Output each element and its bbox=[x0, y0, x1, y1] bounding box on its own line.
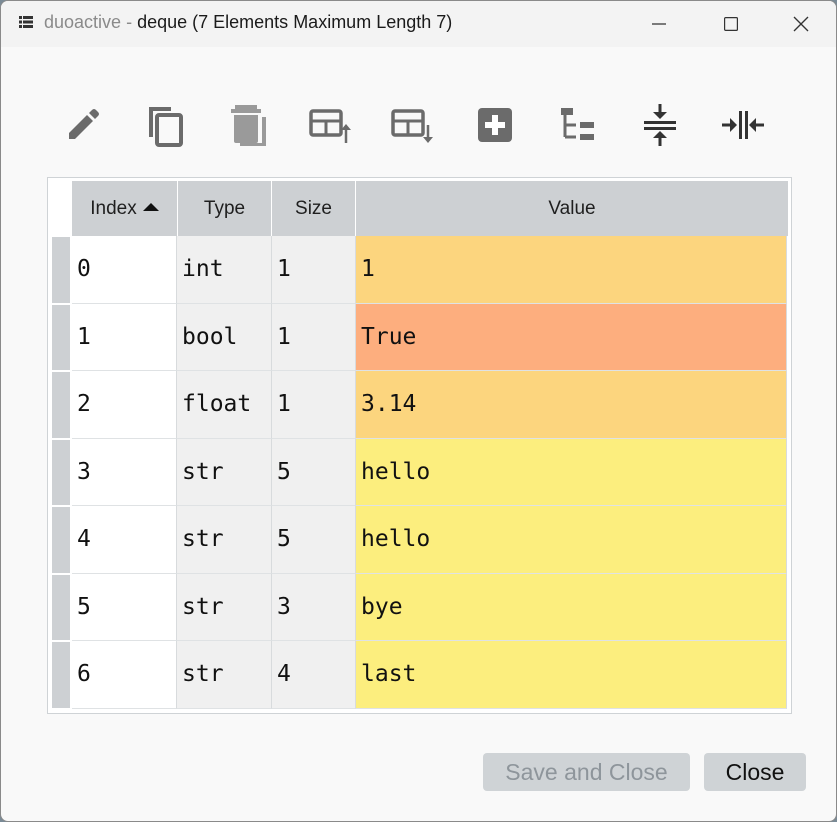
copy-button[interactable] bbox=[141, 101, 189, 149]
cell-type[interactable]: bool bbox=[177, 303, 272, 371]
cell-size[interactable]: 1 bbox=[272, 303, 356, 371]
header-type[interactable]: Type bbox=[178, 181, 272, 236]
maximize-button[interactable] bbox=[711, 9, 751, 39]
header-size-label: Size bbox=[295, 197, 332, 219]
cell-index[interactable]: 2 bbox=[72, 371, 177, 439]
header-value-label: Value bbox=[548, 197, 596, 219]
save-and-close-button[interactable]: Save and Close bbox=[483, 753, 690, 791]
header-size[interactable]: Size bbox=[272, 181, 356, 236]
header-index[interactable]: Index bbox=[72, 181, 178, 236]
cell-size[interactable]: 3 bbox=[272, 573, 356, 641]
maximize-icon bbox=[724, 17, 738, 31]
header-type-label: Type bbox=[203, 197, 246, 219]
close-window-button[interactable] bbox=[781, 9, 821, 39]
cell-value[interactable]: True bbox=[356, 303, 787, 371]
cell-type[interactable]: str bbox=[177, 573, 272, 641]
minimize-icon bbox=[652, 23, 666, 25]
row-handle[interactable] bbox=[52, 574, 70, 640]
cell-index[interactable]: 1 bbox=[72, 303, 177, 371]
cell-value[interactable]: 1 bbox=[356, 236, 787, 304]
header-index-label: Index bbox=[90, 197, 137, 219]
collapse-vertical-button[interactable] bbox=[636, 101, 684, 149]
cell-type[interactable]: str bbox=[177, 438, 272, 506]
cell-index[interactable]: 3 bbox=[72, 438, 177, 506]
cell-index[interactable]: 6 bbox=[72, 641, 177, 709]
minimize-button[interactable] bbox=[639, 9, 679, 39]
cell-index[interactable]: 5 bbox=[72, 573, 177, 641]
insert-below-button[interactable] bbox=[388, 101, 436, 149]
elements-table: Index Type Size Value 0 int 1 1 1 bool 1 True 2 f… bbox=[47, 177, 792, 714]
cell-size[interactable]: 5 bbox=[272, 438, 356, 506]
cell-type[interactable]: str bbox=[177, 641, 272, 709]
sort-ascending-icon bbox=[142, 202, 159, 211]
row-handle[interactable] bbox=[52, 304, 70, 370]
edit-button[interactable] bbox=[59, 101, 107, 149]
cell-index[interactable]: 4 bbox=[72, 506, 177, 574]
collapse-vertical-icon bbox=[644, 104, 676, 146]
cell-size[interactable]: 1 bbox=[272, 371, 356, 439]
dialog-title: deque (7 Elements Maximum Length 7) bbox=[137, 12, 453, 32]
cell-size[interactable]: 4 bbox=[272, 641, 356, 709]
cell-type[interactable]: str bbox=[177, 506, 272, 574]
tree-view-icon bbox=[561, 108, 594, 140]
close-button[interactable]: Close bbox=[704, 753, 806, 791]
cell-index[interactable]: 0 bbox=[72, 236, 177, 304]
title-separator: - bbox=[126, 12, 133, 32]
add-icon bbox=[478, 108, 512, 142]
list-icon bbox=[19, 16, 33, 28]
row-handle[interactable] bbox=[52, 642, 70, 708]
copy-icon bbox=[149, 107, 183, 147]
add-button[interactable] bbox=[471, 101, 519, 149]
cell-type[interactable]: int bbox=[177, 236, 272, 304]
app-name: duoactive bbox=[44, 12, 122, 32]
window-title: duoactive - deque (7 Elements Maximum Le… bbox=[44, 12, 452, 33]
dialog-window: duoactive - deque (7 Elements Maximum Le… bbox=[0, 0, 837, 822]
cell-size[interactable]: 5 bbox=[272, 506, 356, 574]
insert-below-icon bbox=[391, 109, 433, 143]
collapse-horizontal-icon bbox=[722, 111, 764, 139]
row-handle[interactable] bbox=[52, 507, 70, 573]
cell-type[interactable]: float bbox=[177, 371, 272, 439]
close-icon bbox=[793, 16, 809, 32]
title-bar[interactable]: duoactive - deque (7 Elements Maximum Le… bbox=[1, 1, 836, 47]
edit-icon bbox=[69, 109, 99, 139]
cell-value[interactable]: hello bbox=[356, 438, 787, 506]
cell-value[interactable]: hello bbox=[356, 506, 787, 574]
delete-button[interactable] bbox=[223, 101, 271, 149]
cell-value[interactable]: bye bbox=[356, 573, 787, 641]
tree-view-button[interactable] bbox=[554, 101, 602, 149]
cell-value[interactable]: 3.14 bbox=[356, 371, 787, 439]
collapse-horizontal-button[interactable] bbox=[719, 101, 767, 149]
delete-icon bbox=[231, 105, 266, 146]
row-handle[interactable] bbox=[52, 372, 70, 438]
cell-value[interactable]: last bbox=[356, 641, 787, 709]
insert-above-button[interactable] bbox=[306, 101, 354, 149]
row-handle[interactable] bbox=[52, 439, 70, 505]
insert-above-icon bbox=[309, 109, 351, 143]
header-value[interactable]: Value bbox=[356, 181, 788, 236]
cell-size[interactable]: 1 bbox=[272, 236, 356, 304]
row-handle[interactable] bbox=[52, 237, 70, 303]
